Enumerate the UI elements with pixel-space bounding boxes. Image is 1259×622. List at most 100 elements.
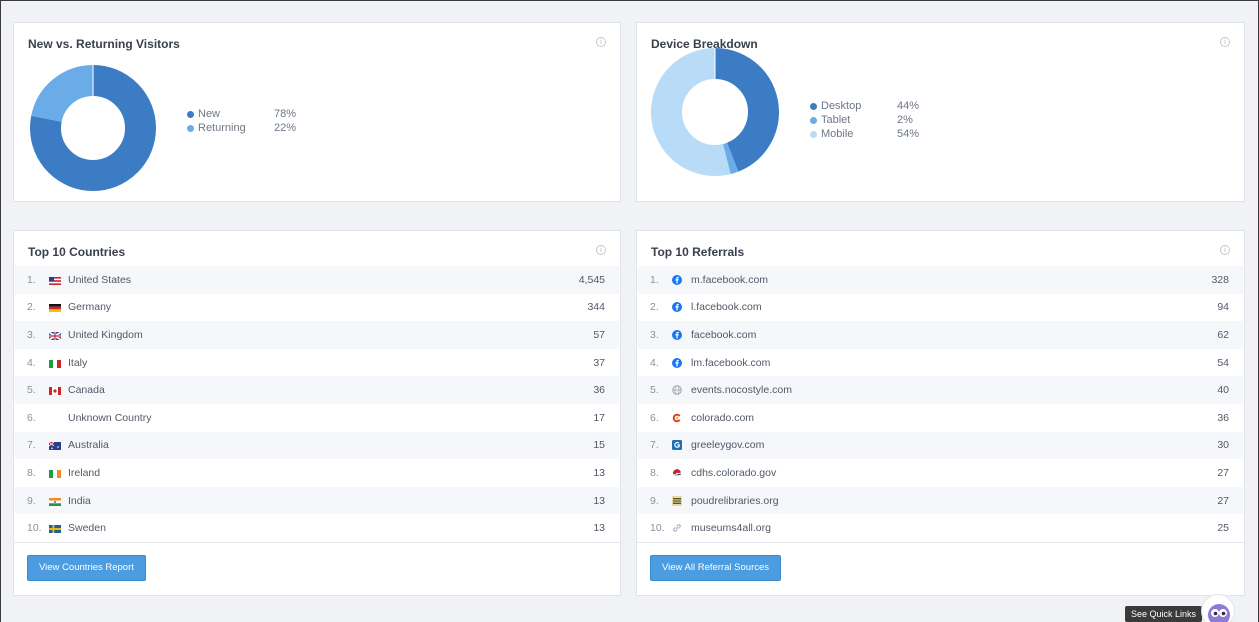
uk-flag-icon <box>48 331 62 341</box>
table-row[interactable]: 2. l.facebook.com 94 <box>638 294 1243 322</box>
view-countries-report-button[interactable]: View Countries Report <box>27 555 146 581</box>
row-count: 94 <box>1217 301 1229 314</box>
row-count: 13 <box>593 522 605 535</box>
referrals-title: Top 10 Referrals <box>651 245 745 259</box>
row-rank: 3. <box>650 328 659 341</box>
devices-legend: Desktop 44% Tablet 2% Mobile 54% <box>810 99 919 141</box>
row-count: 4,545 <box>578 273 605 286</box>
referrals-footer: View All Referral Sources <box>637 542 1244 596</box>
table-row[interactable]: 2. Germany 344 <box>15 294 619 322</box>
view-all-referral-sources-button[interactable]: View All Referral Sources <box>650 555 782 581</box>
row-count: 25 <box>1217 522 1229 535</box>
countries-title: Top 10 Countries <box>28 245 126 259</box>
legend-label: Tablet <box>821 114 851 126</box>
table-row[interactable]: 5. Canada 36 <box>15 376 619 404</box>
info-icon[interactable]: i <box>596 245 606 255</box>
table-row[interactable]: 5. events.nocostyle.com 40 <box>638 376 1243 404</box>
row-rank: 5. <box>27 384 36 397</box>
row-count: 27 <box>1217 466 1229 479</box>
see-quick-links-tooltip[interactable]: See Quick Links <box>1125 606 1203 622</box>
countries-card: Top 10 Countries i 1. United States 4,54… <box>13 230 621 596</box>
row-rank: 9. <box>27 494 36 507</box>
info-icon[interactable]: i <box>1220 245 1230 255</box>
italy-flag-icon <box>49 359 61 368</box>
table-row[interactable]: 6. Unknown Country 17 <box>15 404 619 432</box>
mascot-avatar-icon[interactable] <box>1201 594 1235 622</box>
row-count: 37 <box>593 356 605 369</box>
legend-item-mobile: Mobile 54% <box>810 127 919 141</box>
table-row[interactable]: 3. United Kingdom 57 <box>15 321 619 349</box>
table-row[interactable]: 4. Italy 37 <box>15 349 619 377</box>
row-name: Ireland <box>68 466 101 479</box>
australia-flag-icon <box>48 441 61 451</box>
row-name: United States <box>68 273 132 286</box>
legend-item-returning: Returning 22% <box>187 121 296 135</box>
row-rank: 1. <box>650 273 659 286</box>
row-name: colorado.com <box>691 411 755 424</box>
row-name: Unknown Country <box>68 411 152 424</box>
globe-icon <box>672 385 684 395</box>
info-icon[interactable]: i <box>1220 37 1230 47</box>
row-name: events.nocostyle.com <box>691 384 792 397</box>
facebook-icon <box>672 329 684 340</box>
legend-value: 2% <box>897 114 913 126</box>
row-rank: 7. <box>650 439 659 452</box>
referrals-card: Top 10 Referrals i 1. m.facebook.com 328… <box>636 230 1245 596</box>
row-rank: 10. <box>650 522 665 535</box>
row-count: 30 <box>1217 439 1229 452</box>
table-row[interactable]: 4. lm.facebook.com 54 <box>638 349 1243 377</box>
row-count: 15 <box>593 439 605 452</box>
row-count: 13 <box>593 494 605 507</box>
row-name: United Kingdom <box>68 328 143 341</box>
legend-value: 22% <box>274 122 297 134</box>
sweden-flag-icon <box>49 524 61 534</box>
row-rank: 6. <box>27 411 36 424</box>
table-row[interactable]: 6. colorado.com 36 <box>638 404 1243 432</box>
table-row[interactable]: 8. cdhs.colorado.gov 27 <box>638 459 1243 487</box>
row-count: 36 <box>593 384 605 397</box>
countries-list: 1. United States 4,545 2. Germany 344 3.… <box>15 266 619 542</box>
info-icon[interactable]: i <box>596 37 606 47</box>
no-flag-placeholder <box>49 414 61 422</box>
row-name: greeleygov.com <box>691 439 765 452</box>
row-rank: 1. <box>27 273 36 286</box>
row-rank: 10. <box>27 522 42 535</box>
legend-label: New <box>198 108 221 120</box>
row-count: 328 <box>1211 273 1229 286</box>
greeley-icon <box>672 440 684 451</box>
row-count: 54 <box>1217 356 1229 369</box>
visitors-donut-chart <box>30 65 156 191</box>
legend-label: Mobile <box>821 128 854 140</box>
table-row[interactable]: 7. greeleygov.com 30 <box>638 431 1243 460</box>
row-name: Australia <box>68 439 109 452</box>
row-name: museums4all.org <box>691 522 771 535</box>
row-count: 27 <box>1217 494 1229 507</box>
row-rank: 4. <box>27 356 36 369</box>
row-rank: 2. <box>650 301 659 314</box>
table-row[interactable]: 8. Ireland 13 <box>15 459 619 487</box>
row-rank: 8. <box>27 466 36 479</box>
table-row[interactable]: 7. Australia 15 <box>15 431 619 460</box>
legend-dot <box>810 130 817 138</box>
row-name: Germany <box>68 301 112 314</box>
table-row[interactable]: 9. India 13 <box>15 486 619 515</box>
table-row[interactable]: 1. United States 4,545 <box>15 266 619 294</box>
legend-value: 78% <box>274 108 297 120</box>
legend-dot <box>187 124 194 132</box>
row-name: India <box>68 494 91 507</box>
legend-dot <box>187 110 194 118</box>
table-row[interactable]: 10. museums4all.org 25 <box>638 514 1243 542</box>
row-name: Sweden <box>68 522 106 535</box>
table-row[interactable]: 9. poudrelibraries.org 27 <box>638 486 1243 515</box>
table-row[interactable]: 10. Sweden 13 <box>15 514 619 542</box>
countries-footer: View Countries Report <box>14 542 620 596</box>
facebook-icon <box>672 302 684 313</box>
legend-label: Desktop <box>821 100 862 112</box>
row-name: lm.facebook.com <box>691 356 771 369</box>
table-row[interactable]: 1. m.facebook.com 328 <box>638 266 1243 294</box>
legend-item-new: New 78% <box>187 107 296 121</box>
legend-label: Returning <box>198 122 246 134</box>
ireland-flag-icon <box>49 469 61 478</box>
row-rank: 6. <box>650 411 659 424</box>
table-row[interactable]: 3. facebook.com 62 <box>638 321 1243 349</box>
